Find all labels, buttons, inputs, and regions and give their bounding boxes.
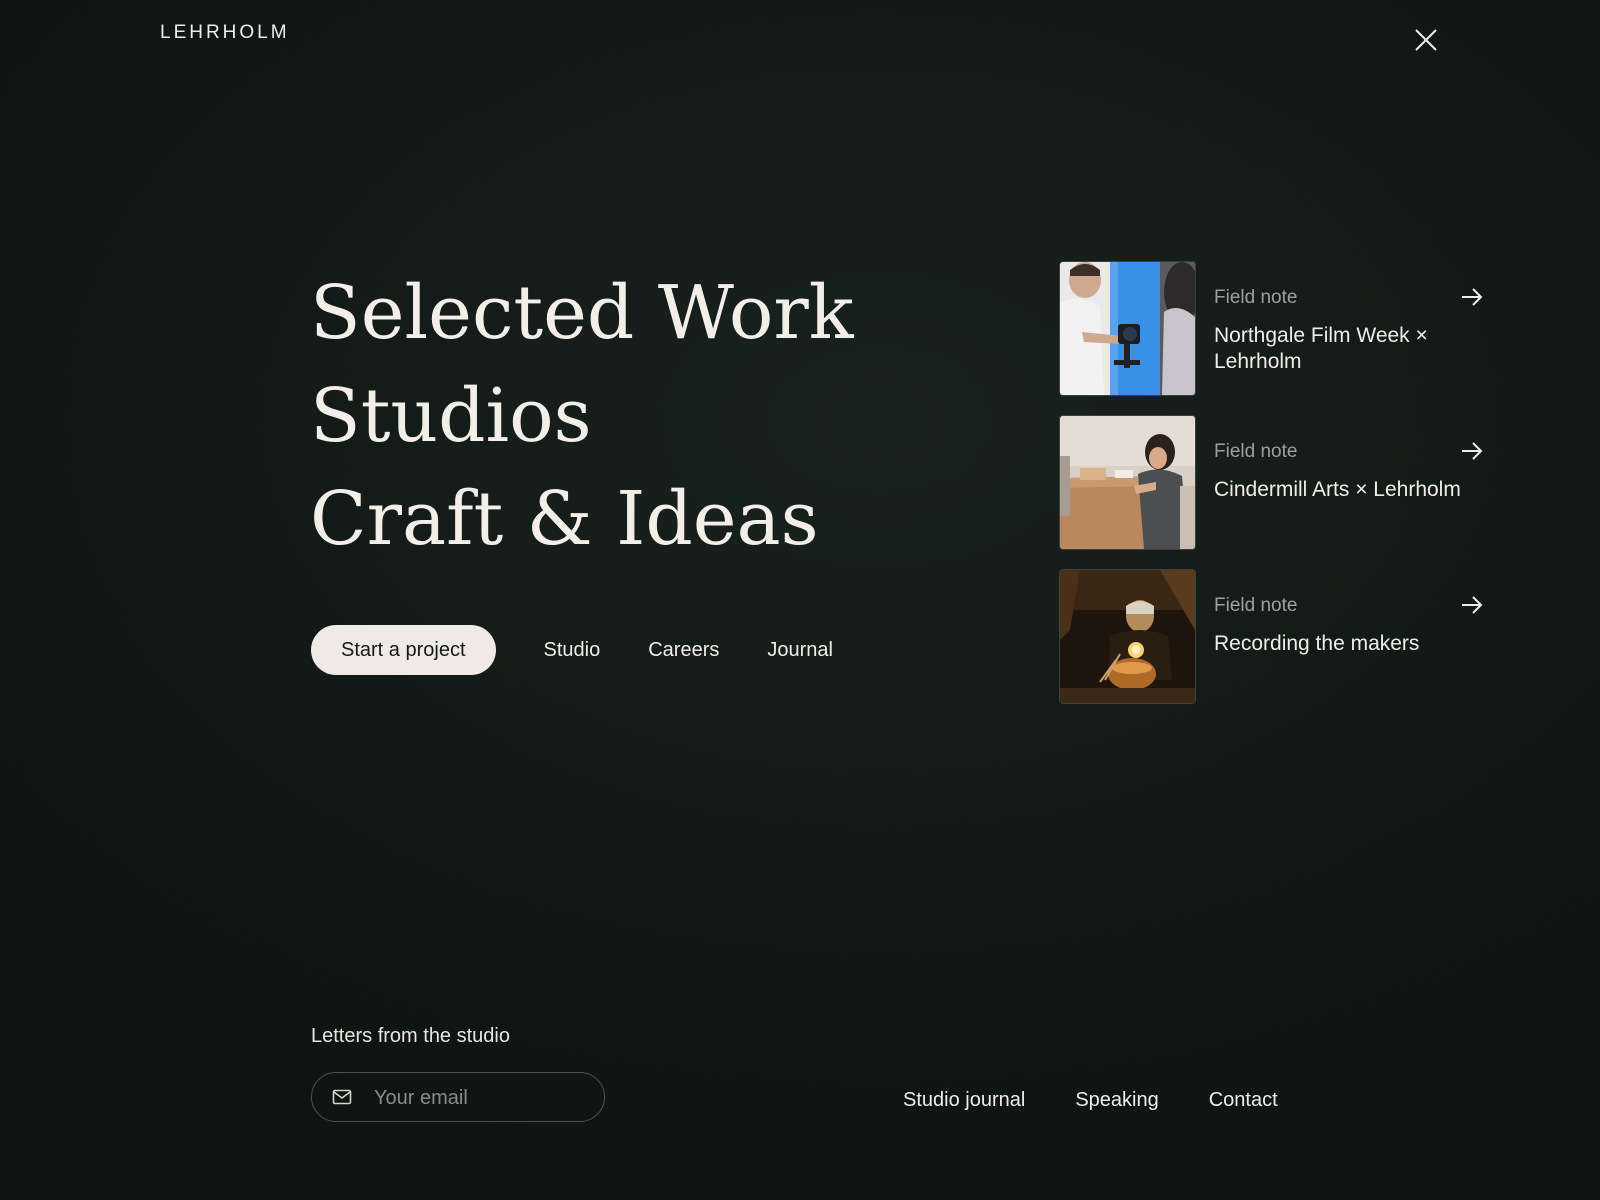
field-note-card[interactable]: Field note Northgale Film Week × Lehrhol… (1059, 261, 1485, 396)
field-note-kicker: Field note (1214, 595, 1298, 616)
hero-line-1: Selected Work (310, 270, 854, 356)
field-note-kicker: Field note (1214, 441, 1298, 462)
mail-icon (332, 1089, 352, 1105)
brand-logo[interactable]: LEHRHOLM (160, 22, 290, 44)
start-project-button[interactable]: Start a project (311, 625, 496, 675)
footer-link-contact[interactable]: Contact (1209, 1089, 1278, 1112)
field-note-card[interactable]: Field note Recording the makers (1059, 569, 1485, 704)
footer-link-speaking[interactable]: Speaking (1075, 1089, 1158, 1112)
artist-at-table-photo (1059, 415, 1196, 550)
field-note-card[interactable]: Field note Cindermill Arts × Lehrholm (1059, 415, 1485, 550)
footer-link-studio-journal[interactable]: Studio journal (903, 1089, 1025, 1112)
field-note-title[interactable]: Cindermill Arts × Lehrholm (1214, 477, 1484, 503)
arrow-right-icon[interactable] (1461, 442, 1483, 460)
hero-line-3: Craft & Ideas (310, 476, 819, 562)
hero-actions: Start a project Studio Careers Journal (311, 625, 851, 675)
newsletter-label: Letters from the studio (311, 1025, 510, 1047)
craftsman-working-photo (1059, 569, 1196, 704)
hero-headline: Selected Work Studios Craft & Ideas (310, 262, 854, 571)
email-field-container[interactable] (311, 1072, 605, 1122)
field-notes-list: Field note Northgale Film Week × Lehrhol… (1059, 261, 1485, 723)
email-input[interactable] (372, 1083, 586, 1113)
field-note-kicker: Field note (1214, 287, 1298, 308)
nav-link-studio[interactable]: Studio (544, 639, 601, 662)
field-note-title[interactable]: Recording the makers (1214, 631, 1484, 657)
arrow-right-icon[interactable] (1461, 288, 1483, 306)
close-icon[interactable] (1412, 26, 1440, 54)
footer-nav: Studio journal Speaking Contact (903, 1089, 1328, 1112)
nav-link-careers[interactable]: Careers (648, 639, 719, 662)
arrow-right-icon[interactable] (1461, 596, 1483, 614)
nav-link-journal[interactable]: Journal (767, 639, 833, 662)
field-note-title[interactable]: Northgale Film Week × Lehrholm (1214, 323, 1444, 375)
videographer-filming-photo (1059, 261, 1196, 396)
hero-line-2: Studios (310, 373, 592, 459)
